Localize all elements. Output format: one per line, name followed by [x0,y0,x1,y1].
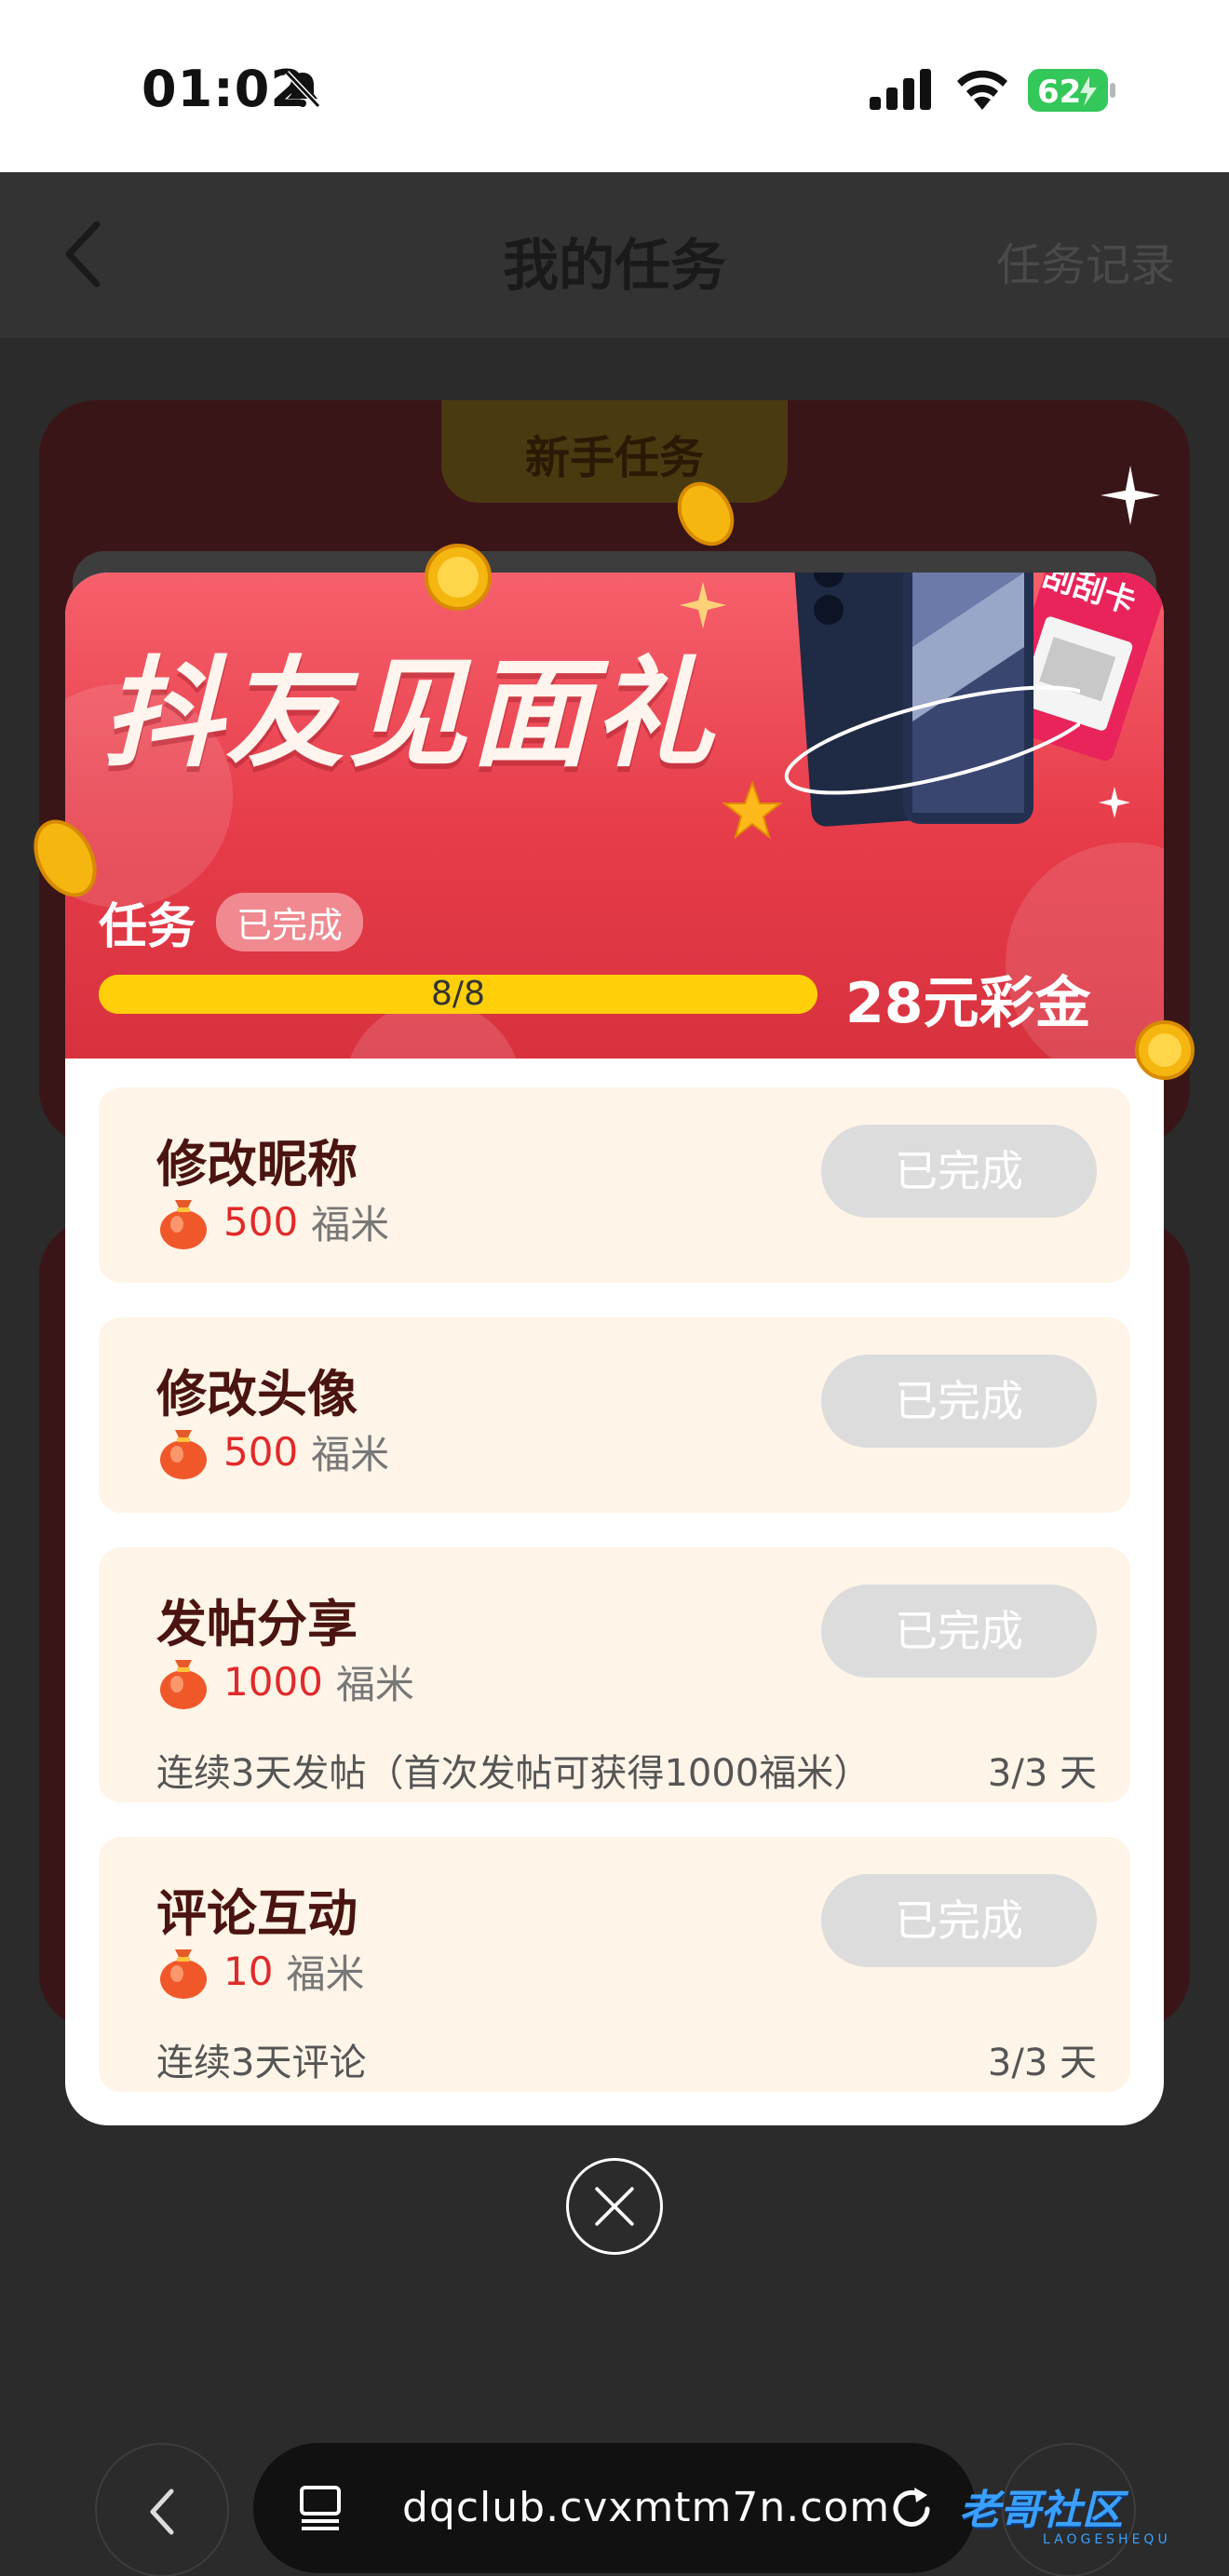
task-item: 修改头像 500 福米 已完成 [99,1317,1130,1513]
task-reward: 10 福米 [156,1943,364,2000]
total-reward: 28元彩金 [845,971,1091,1036]
reward-unit: 福米 [335,1662,414,1707]
task-record-link[interactable]: 任务记录 [996,228,1175,293]
money-bag-icon [160,1199,207,1249]
sparkle-icon [1099,787,1130,818]
task-reward: 1000 福米 [156,1653,414,1710]
sparkle-icon [1101,465,1160,525]
star-icon [723,781,782,840]
completed-button[interactable]: 已完成 [821,1125,1097,1218]
progress-text: 8/8 [431,975,485,1013]
gift-banner: 抖友见面礼 刮刮卡 任务 已完成 8/8 28元彩金 [65,573,1164,1178]
money-bag-icon [160,1429,207,1479]
coin-icon [425,544,492,611]
reward-amount: 1000 [223,1659,323,1705]
watermark-logo: 老哥社区 [959,2487,1123,2534]
battery-level: 62 [1037,74,1081,111]
chevron-left-icon [150,2488,174,2535]
url-bar[interactable]: dqclub.cvxmtm7n.com [253,2443,976,2573]
task-description: 连续3天发帖（首次发帖可获得1000福米） [156,1752,871,1795]
status-badge: 已完成 [216,893,364,951]
reward-unit: 福米 [311,1202,390,1248]
task-item: 评论互动 10 福米 已完成 连续3天评论 3/3 天 [99,1837,1130,2092]
signal-icon [870,69,931,110]
task-reward: 500 福米 [156,1423,389,1480]
money-bag-icon [160,1949,207,1999]
browser-back-button[interactable] [95,2443,229,2576]
url-text: dqclub.cvxmtm7n.com [402,2484,891,2531]
banner-title: 抖友见面礼 [102,645,718,784]
page-menu-icon[interactable] [294,2482,346,2534]
progress-bar: 8/8 [99,975,817,1014]
close-icon[interactable] [566,2158,663,2255]
task-item: 发帖分享 1000 福米 已完成 连续3天发帖（首次发帖可获得1000福米） 3… [99,1547,1130,1802]
task-name: 修改头像 [156,1365,358,1423]
task-item: 修改昵称 500 福米 已完成 [99,1087,1130,1283]
task-modal: 抖友见面礼 刮刮卡 任务 已完成 8/8 28元彩金 修改昵称 500 福米 已… [65,573,1164,2125]
task-label: 任务 [99,899,196,955]
coin-icon [1135,1020,1195,1080]
task-description: 连续3天评论 [156,2042,367,2084]
nav-bar: 我的任务 任务记录 [0,172,1229,338]
reward-amount: 10 [223,1949,274,1994]
battery-icon: 62 [1028,69,1117,112]
money-bag-icon [160,1659,207,1709]
status-bar: 01:02 62 [0,0,1229,172]
coin-icon [34,819,97,897]
task-days: 3/3 天 [987,1752,1097,1795]
phone-illustration [784,573,1080,827]
task-name: 发帖分享 [156,1595,358,1653]
reload-icon[interactable] [886,2484,937,2534]
reward-amount: 500 [223,1199,299,1245]
reward-amount: 500 [223,1429,299,1475]
watermark-subtext: LAOGESHEQU [1043,2532,1171,2547]
completed-button[interactable]: 已完成 [821,1355,1097,1448]
reward-unit: 福米 [311,1432,390,1477]
bell-off-icon [284,70,321,109]
reward-unit: 福米 [286,1951,365,1997]
sparkle-icon [680,582,726,628]
task-name: 修改昵称 [156,1135,358,1194]
task-reward: 500 福米 [156,1194,389,1250]
coin-icon [677,481,735,546]
completed-button[interactable]: 已完成 [821,1874,1097,1967]
completed-button[interactable]: 已完成 [821,1585,1097,1678]
task-name: 评论互动 [156,1884,358,1943]
wifi-icon [957,70,1007,110]
task-days: 3/3 天 [987,2042,1097,2084]
